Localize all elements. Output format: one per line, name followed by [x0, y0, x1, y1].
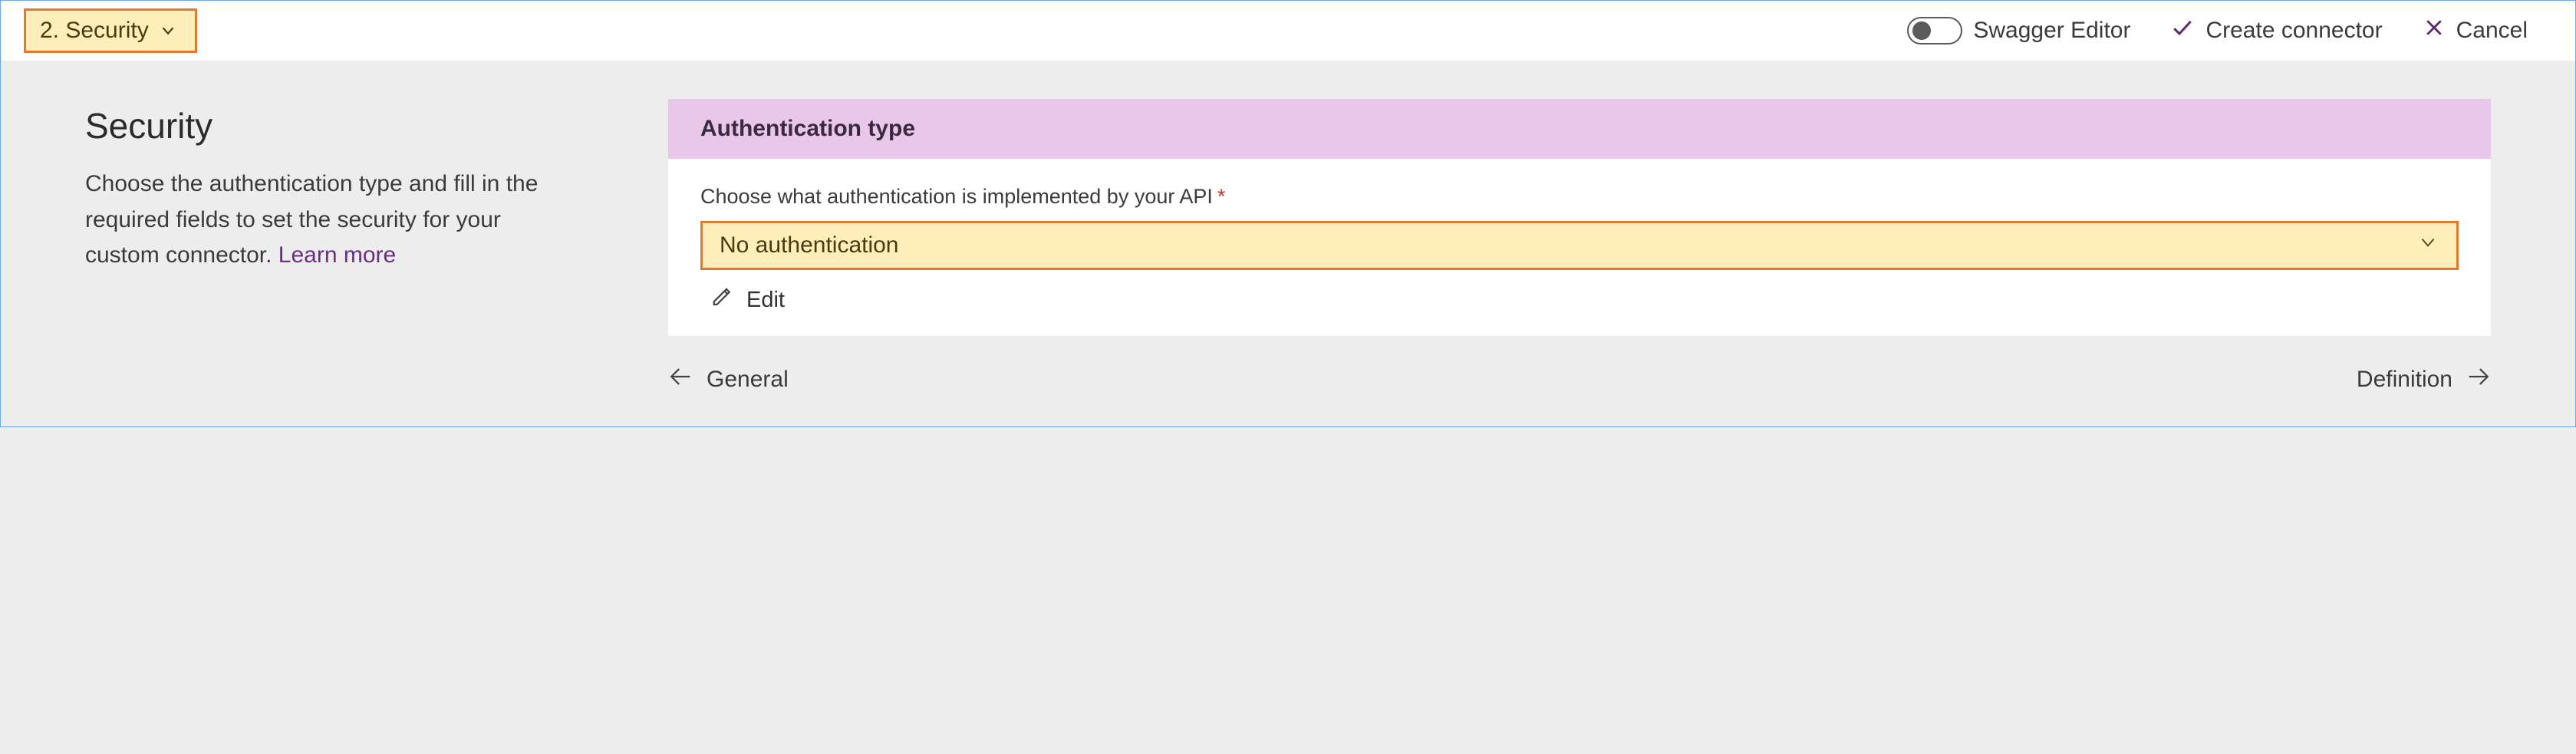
create-connector-button[interactable]: Create connector — [2150, 15, 2402, 46]
required-star: * — [1217, 185, 1226, 208]
left-panel: Security Choose the authentication type … — [85, 99, 576, 274]
toggle-icon — [1907, 17, 1962, 44]
nav-prev-label: General — [707, 367, 789, 393]
auth-field-label: Choose what authentication is implemente… — [700, 185, 2459, 209]
page-title: Security — [85, 105, 576, 147]
chevron-down-icon — [2418, 232, 2438, 258]
learn-more-link[interactable]: Learn more — [278, 242, 396, 268]
step-dropdown[interactable]: 2. Security — [24, 8, 197, 53]
nav-prev-button[interactable]: General — [668, 364, 789, 396]
nav-next-label: Definition — [2357, 367, 2452, 393]
check-icon — [2170, 15, 2195, 46]
arrow-left-icon — [668, 364, 694, 396]
cancel-button[interactable]: Cancel — [2403, 16, 2548, 45]
close-icon — [2423, 16, 2446, 45]
step-dropdown-label: 2. Security — [40, 18, 149, 44]
card-header: Authentication type — [668, 99, 2491, 159]
auth-field-label-text: Choose what authentication is implemente… — [700, 185, 1213, 208]
auth-type-card: Authentication type Choose what authenti… — [668, 99, 2491, 336]
swagger-editor-label: Swagger Editor — [1973, 18, 2130, 44]
page-description: Choose the authentication type and fill … — [85, 166, 576, 274]
edit-button[interactable]: Edit — [700, 285, 2459, 314]
swagger-editor-toggle[interactable]: Swagger Editor — [1887, 17, 2150, 44]
chevron-down-icon — [160, 22, 176, 39]
edit-label: Edit — [746, 288, 785, 313]
nav-next-button[interactable]: Definition — [2357, 364, 2491, 396]
top-bar: 2. Security Swagger Editor Create connec… — [1, 1, 2575, 61]
auth-type-select[interactable]: No authentication — [700, 221, 2459, 270]
auth-type-selected-value: No authentication — [720, 232, 899, 258]
cancel-label: Cancel — [2456, 18, 2528, 44]
create-connector-label: Create connector — [2205, 18, 2382, 44]
pencil-icon — [711, 285, 734, 314]
arrow-right-icon — [2465, 364, 2491, 396]
wizard-nav: General Definition — [668, 364, 2491, 396]
